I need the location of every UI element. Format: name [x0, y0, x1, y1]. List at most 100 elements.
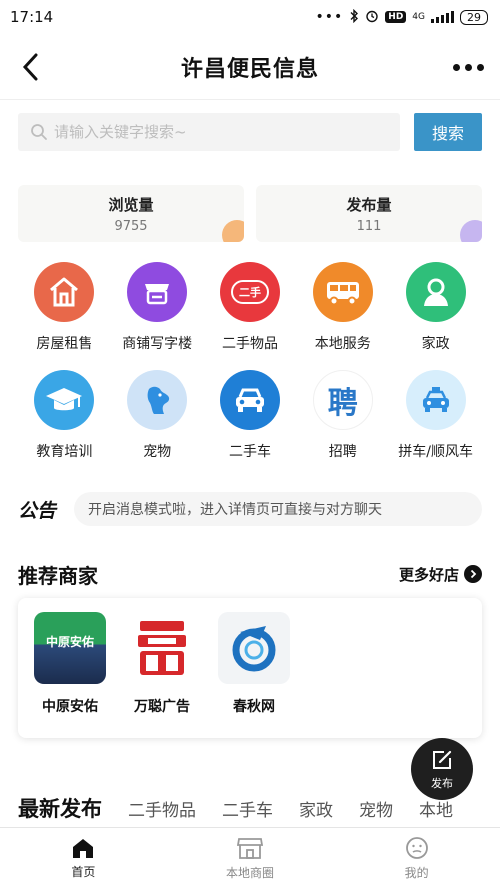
notice-text: 开启消息模式啦，进入详情页可直接与对方聊天: [88, 502, 382, 518]
profile-icon: [405, 837, 428, 859]
category-carpool[interactable]: 拼车/顺风车: [389, 370, 482, 466]
category-housekeeping[interactable]: 家政: [389, 262, 482, 358]
category-shop-office[interactable]: 商铺写字楼: [111, 262, 204, 358]
home-icon: [73, 839, 94, 858]
hd-badge: HD: [385, 11, 407, 23]
status-icons: ••• HD 4G 29: [315, 8, 488, 26]
more-dots-icon: •••: [315, 9, 344, 25]
shop-icon: [127, 262, 188, 322]
bottom-nav: 首页 本地商圈 我的: [0, 827, 500, 889]
category-recruitment[interactable]: 聘 招聘: [296, 370, 389, 466]
category-label: 商铺写字楼: [122, 336, 193, 352]
network-label: 4G: [412, 12, 425, 22]
bluetooth-icon: [349, 8, 359, 26]
stat-card-posts: 发布量 111: [256, 185, 482, 242]
category-label: 家政: [421, 336, 450, 352]
dot: [477, 63, 484, 71]
merchant-name: 中原安佑: [42, 699, 98, 715]
merchant-logo-wancong: [126, 612, 198, 684]
graduation-cap-icon: [34, 370, 95, 430]
secondhand-icon-text: 二手: [230, 280, 269, 304]
category-used-cars[interactable]: 二手车: [204, 370, 297, 466]
merchant-name: 春秋网: [233, 699, 275, 715]
search-box[interactable]: [18, 113, 400, 151]
signal-icon: [431, 11, 454, 23]
chevron-right-icon: [464, 565, 482, 583]
category-pets[interactable]: 宠物: [111, 370, 204, 466]
housekeeper-icon: [405, 262, 466, 322]
truck-icon: [312, 262, 373, 322]
nav-label: 本地商圈: [226, 866, 275, 880]
nav-label: 我的: [404, 866, 429, 880]
page-title: 许昌便民信息: [180, 56, 319, 82]
dog-icon: [127, 370, 188, 430]
search-button[interactable]: 搜索: [414, 113, 482, 151]
category-label: 二手物品: [221, 336, 278, 352]
category-grid: 房屋租售 商铺写字楼 二手 二手物品 本地服务 家政 教育培训 宠物 二手车 聘…: [18, 262, 482, 466]
notice-bar[interactable]: 公告 开启消息模式啦，进入详情页可直接与对方聊天: [18, 492, 482, 526]
more-shops-link[interactable]: 更多好店: [399, 564, 482, 585]
secondhand-icon: 二手: [219, 262, 280, 322]
taxi-icon: [405, 370, 466, 430]
tab-local[interactable]: 本地: [419, 796, 453, 821]
merchant-item[interactable]: 春秋网: [218, 612, 290, 738]
merchants-title: 推荐商家: [18, 563, 98, 588]
category-label: 二手车: [228, 444, 271, 460]
more-menu-button[interactable]: [453, 52, 484, 82]
stat-card-views: 浏览量 9755: [18, 185, 244, 242]
stat-corner-decoration: [460, 220, 482, 242]
stats-row: 浏览量 9755 发布量 111: [18, 185, 482, 242]
merchant-item[interactable]: 万聪广告: [126, 612, 198, 738]
search-icon: [31, 124, 47, 140]
tab-used-cars[interactable]: 二手车: [222, 796, 273, 821]
notice-tag: 公告: [18, 499, 57, 522]
category-label: 宠物: [143, 444, 172, 460]
stat-corner-decoration: [222, 220, 244, 242]
category-label: 房屋租售: [36, 336, 93, 352]
search-input[interactable]: [54, 123, 374, 141]
category-local-services[interactable]: 本地服务: [296, 262, 389, 358]
house-icon: [34, 262, 95, 322]
nav-profile[interactable]: 我的: [333, 828, 500, 889]
more-shops-label: 更多好店: [398, 565, 459, 584]
merchant-logo-text: 中原安佑: [45, 634, 94, 649]
tab-pets[interactable]: 宠物: [359, 796, 393, 821]
chevron-left-icon: [22, 53, 38, 81]
stat-value: 9755: [114, 218, 148, 234]
nav-label: 首页: [71, 865, 96, 879]
store-icon: [236, 838, 264, 859]
category-label: 教育培训: [36, 444, 93, 460]
status-bar: 17:14 ••• HD 4G 29: [0, 0, 500, 34]
dot: [465, 63, 472, 71]
tab-housekeeping[interactable]: 家政: [299, 796, 333, 821]
merchants-section-header: 推荐商家 更多好店: [18, 558, 482, 590]
stat-value: 111: [356, 218, 382, 234]
back-button[interactable]: [14, 50, 48, 84]
nav-home[interactable]: 首页: [0, 828, 167, 889]
category-house-rental[interactable]: 房屋租售: [18, 262, 111, 358]
battery-icon: 29: [460, 9, 488, 25]
recruit-icon: 聘: [312, 370, 373, 430]
app-header: 许昌便民信息: [0, 34, 500, 100]
stat-label: 浏览量: [108, 195, 154, 214]
merchant-logo-zhongyuan: 中原安佑: [34, 612, 106, 684]
dot: [453, 63, 460, 71]
status-time: 17:14: [10, 8, 54, 26]
notice-text-container: 开启消息模式啦，进入详情页可直接与对方聊天: [74, 492, 482, 526]
tab-secondhand-goods[interactable]: 二手物品: [128, 796, 196, 821]
post-button-label: 发布: [431, 776, 453, 790]
search-bar: 搜索: [18, 113, 482, 153]
recruit-icon-text: 聘: [327, 386, 358, 421]
alarm-icon: [365, 9, 379, 26]
car-icon: [219, 370, 280, 430]
merchant-item[interactable]: 中原安佑 中原安佑: [34, 612, 106, 738]
latest-title[interactable]: 最新发布: [18, 793, 102, 823]
category-education[interactable]: 教育培训: [18, 370, 111, 466]
category-label: 拼车/顺风车: [398, 444, 473, 460]
stat-label: 发布量: [346, 195, 392, 214]
latest-tabs: 最新发布 二手物品 二手车 家政 宠物 本地: [18, 790, 500, 826]
category-label: 本地服务: [314, 336, 371, 352]
category-secondhand-goods[interactable]: 二手 二手物品: [204, 262, 297, 358]
nav-local-business[interactable]: 本地商圈: [167, 828, 334, 889]
merchant-name: 万聪广告: [134, 699, 190, 715]
